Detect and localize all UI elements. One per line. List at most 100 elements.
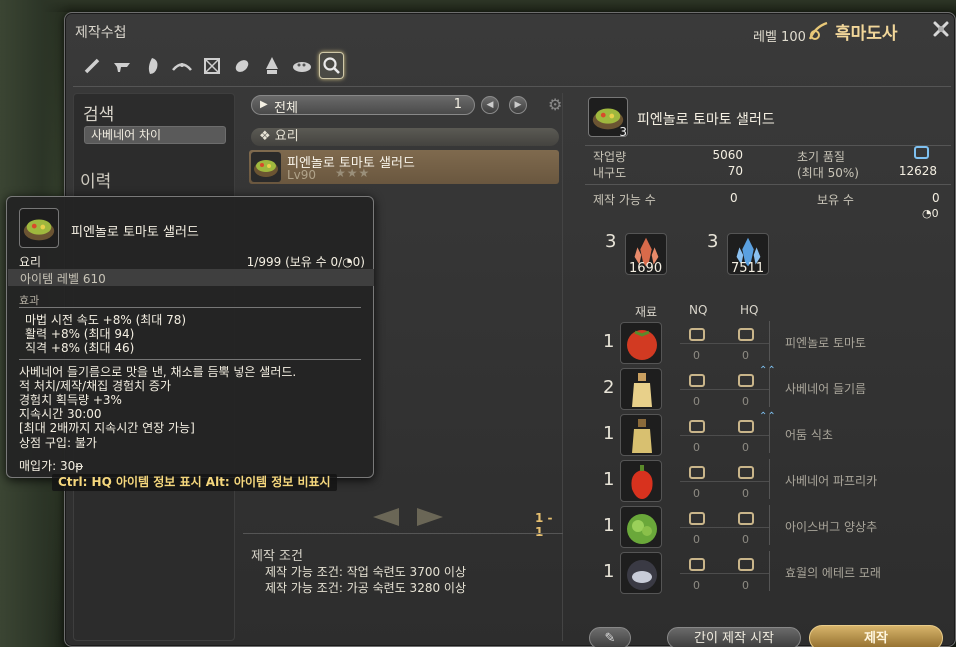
- material-name: 효월의 에테르 모래: [785, 566, 881, 580]
- hq-checkbox[interactable]: [738, 466, 754, 479]
- result-item-slot[interactable]: 3: [588, 97, 628, 139]
- recipe-list-item[interactable]: 피엔놀로 토마토 샐러드 Lv90 ★★★: [249, 150, 559, 184]
- carpenter-icon: [84, 58, 99, 73]
- max-quality-value: 12628: [898, 164, 937, 178]
- effect-title: 효과: [19, 294, 40, 307]
- blacksmith-tab[interactable]: [109, 52, 134, 79]
- initial-quality-checkbox[interactable]: [914, 146, 929, 159]
- material-slot[interactable]: [620, 506, 662, 548]
- nq-checkbox[interactable]: [689, 328, 705, 341]
- hq-count: 0: [742, 441, 749, 454]
- alchemist-tab[interactable]: [259, 52, 284, 79]
- nq-checkbox[interactable]: [689, 512, 705, 525]
- condition-line: 제작 가능 조건: 작업 숙련도 3700 이상: [265, 565, 466, 579]
- carpenter-tab[interactable]: [79, 52, 104, 79]
- nq-checkbox[interactable]: [689, 466, 705, 479]
- hq-icon: ◔: [922, 207, 932, 220]
- armorer-tab[interactable]: [139, 52, 164, 79]
- category-label: 요리: [274, 129, 299, 144]
- material-divider: [769, 367, 770, 407]
- history-label[interactable]: 이력: [80, 167, 111, 192]
- tomato-icon: [627, 330, 657, 360]
- hq-checkbox[interactable]: [738, 558, 754, 571]
- chevron-right-icon: ▶: [514, 100, 522, 110]
- leatherworker-tab[interactable]: [199, 52, 224, 79]
- gear-icon[interactable]: ⚙: [548, 96, 566, 114]
- material-row[interactable]: 1 0 0 사베네어 파프리카: [575, 459, 953, 505]
- hq-checkbox[interactable]: [738, 420, 754, 433]
- nq-checkbox[interactable]: [689, 374, 705, 387]
- owned-value: 0: [932, 191, 940, 205]
- hq-checkbox[interactable]: [738, 374, 754, 387]
- item-level: 아이템 레벨 610: [20, 272, 106, 286]
- weaver-tab[interactable]: [229, 52, 254, 79]
- close-icon[interactable]: [931, 19, 951, 39]
- aether-sand-icon: [627, 560, 657, 590]
- material-slot[interactable]: [620, 552, 662, 594]
- filter-dropdown[interactable]: ▶ 전체 1: [251, 95, 475, 116]
- search-tab[interactable]: [319, 52, 344, 79]
- prev-filter-button[interactable]: ◀: [481, 96, 499, 114]
- material-underline: [680, 435, 770, 436]
- goldsmith-tab[interactable]: [169, 52, 194, 79]
- owned-hq-value: 0: [931, 207, 939, 220]
- level-label: 레벨 100: [753, 30, 806, 45]
- quick-synthesis-button[interactable]: 간이 제작 시작: [667, 627, 801, 647]
- nq-checkbox[interactable]: [689, 558, 705, 571]
- material-row[interactable]: 1 0 0 피엔놀로 토마토: [575, 321, 953, 367]
- hq-column-header: HQ: [740, 303, 759, 317]
- nq-count: 0: [693, 349, 700, 362]
- page-prev-button[interactable]: [371, 506, 401, 528]
- material-name: 어둠 식초: [785, 428, 833, 442]
- synthesize-button[interactable]: 제작: [809, 625, 943, 647]
- hq-checkbox[interactable]: [738, 512, 754, 525]
- category-header[interactable]: ❖ 요리: [251, 128, 559, 146]
- material-row[interactable]: 1 0 0 아이스버그 양상추: [575, 505, 953, 551]
- material-row[interactable]: 1 0 0 ⌃⌃ 어둠 식초: [575, 411, 953, 459]
- nq-count: 0: [693, 395, 700, 408]
- material-divider: [769, 413, 770, 453]
- tooltip-stack: 1/999 (보유 수 0/◔0): [247, 253, 365, 270]
- hq-count: 0: [742, 533, 749, 546]
- hq-count: 0: [742, 395, 749, 408]
- material-column-header: 재료: [635, 305, 658, 319]
- game-background-top: [0, 0, 956, 12]
- material-slot[interactable]: [620, 460, 662, 502]
- craftable-label: 제작 가능 수: [593, 193, 656, 207]
- material-name: 사베네어 파프리카: [785, 474, 878, 488]
- description-line: 상점 구입: 불가: [19, 436, 97, 450]
- material-slot[interactable]: [620, 414, 662, 456]
- material-slot[interactable]: [620, 322, 662, 364]
- search-input[interactable]: 사베네어 차이: [84, 126, 226, 144]
- page-next-button[interactable]: [415, 506, 445, 528]
- tooltip-category: 요리: [19, 255, 42, 269]
- nq-count: 0: [693, 579, 700, 592]
- initial-quality-label: 초기 품질: [797, 150, 845, 164]
- material-need: 1: [603, 515, 615, 536]
- item-tooltip: 피엔놀로 토마토 샐러드 요리 1/999 (보유 수 0/◔0) 아이템 레벨…: [6, 196, 374, 478]
- tooltip-stack-hq: 0): [352, 255, 365, 269]
- category-icon: ❖: [259, 129, 275, 144]
- material-name: 피엔놀로 토마토: [785, 336, 867, 350]
- material-row[interactable]: 2 0 0 ⌃⌃ 사베네어 들기름: [575, 365, 953, 413]
- material-need: 1: [603, 469, 615, 490]
- result-yield: 3: [619, 125, 627, 139]
- crystal-count: 1690: [629, 261, 663, 276]
- owned-label: 보유 수: [817, 193, 854, 207]
- material-divider: [769, 551, 770, 591]
- material-row[interactable]: 1 0 0 효월의 에테르 모래: [575, 551, 953, 597]
- nq-checkbox[interactable]: [689, 420, 705, 433]
- material-slot[interactable]: [620, 368, 662, 410]
- crystal-need: 3: [707, 231, 719, 252]
- macro-button[interactable]: ✎: [589, 627, 631, 647]
- durability-label: 내구도: [593, 166, 627, 180]
- sell-price-value: 매입가: 30: [19, 459, 76, 473]
- material-underline: [680, 573, 770, 574]
- material-need: 1: [603, 423, 615, 444]
- hq-checkbox[interactable]: [738, 328, 754, 341]
- result-item-name: 피엔놀로 토마토 샐러드: [637, 112, 775, 128]
- culinarian-tab[interactable]: [289, 52, 314, 79]
- nq-count: 0: [693, 487, 700, 500]
- nq-count: 0: [693, 533, 700, 546]
- next-filter-button[interactable]: ▶: [509, 96, 527, 114]
